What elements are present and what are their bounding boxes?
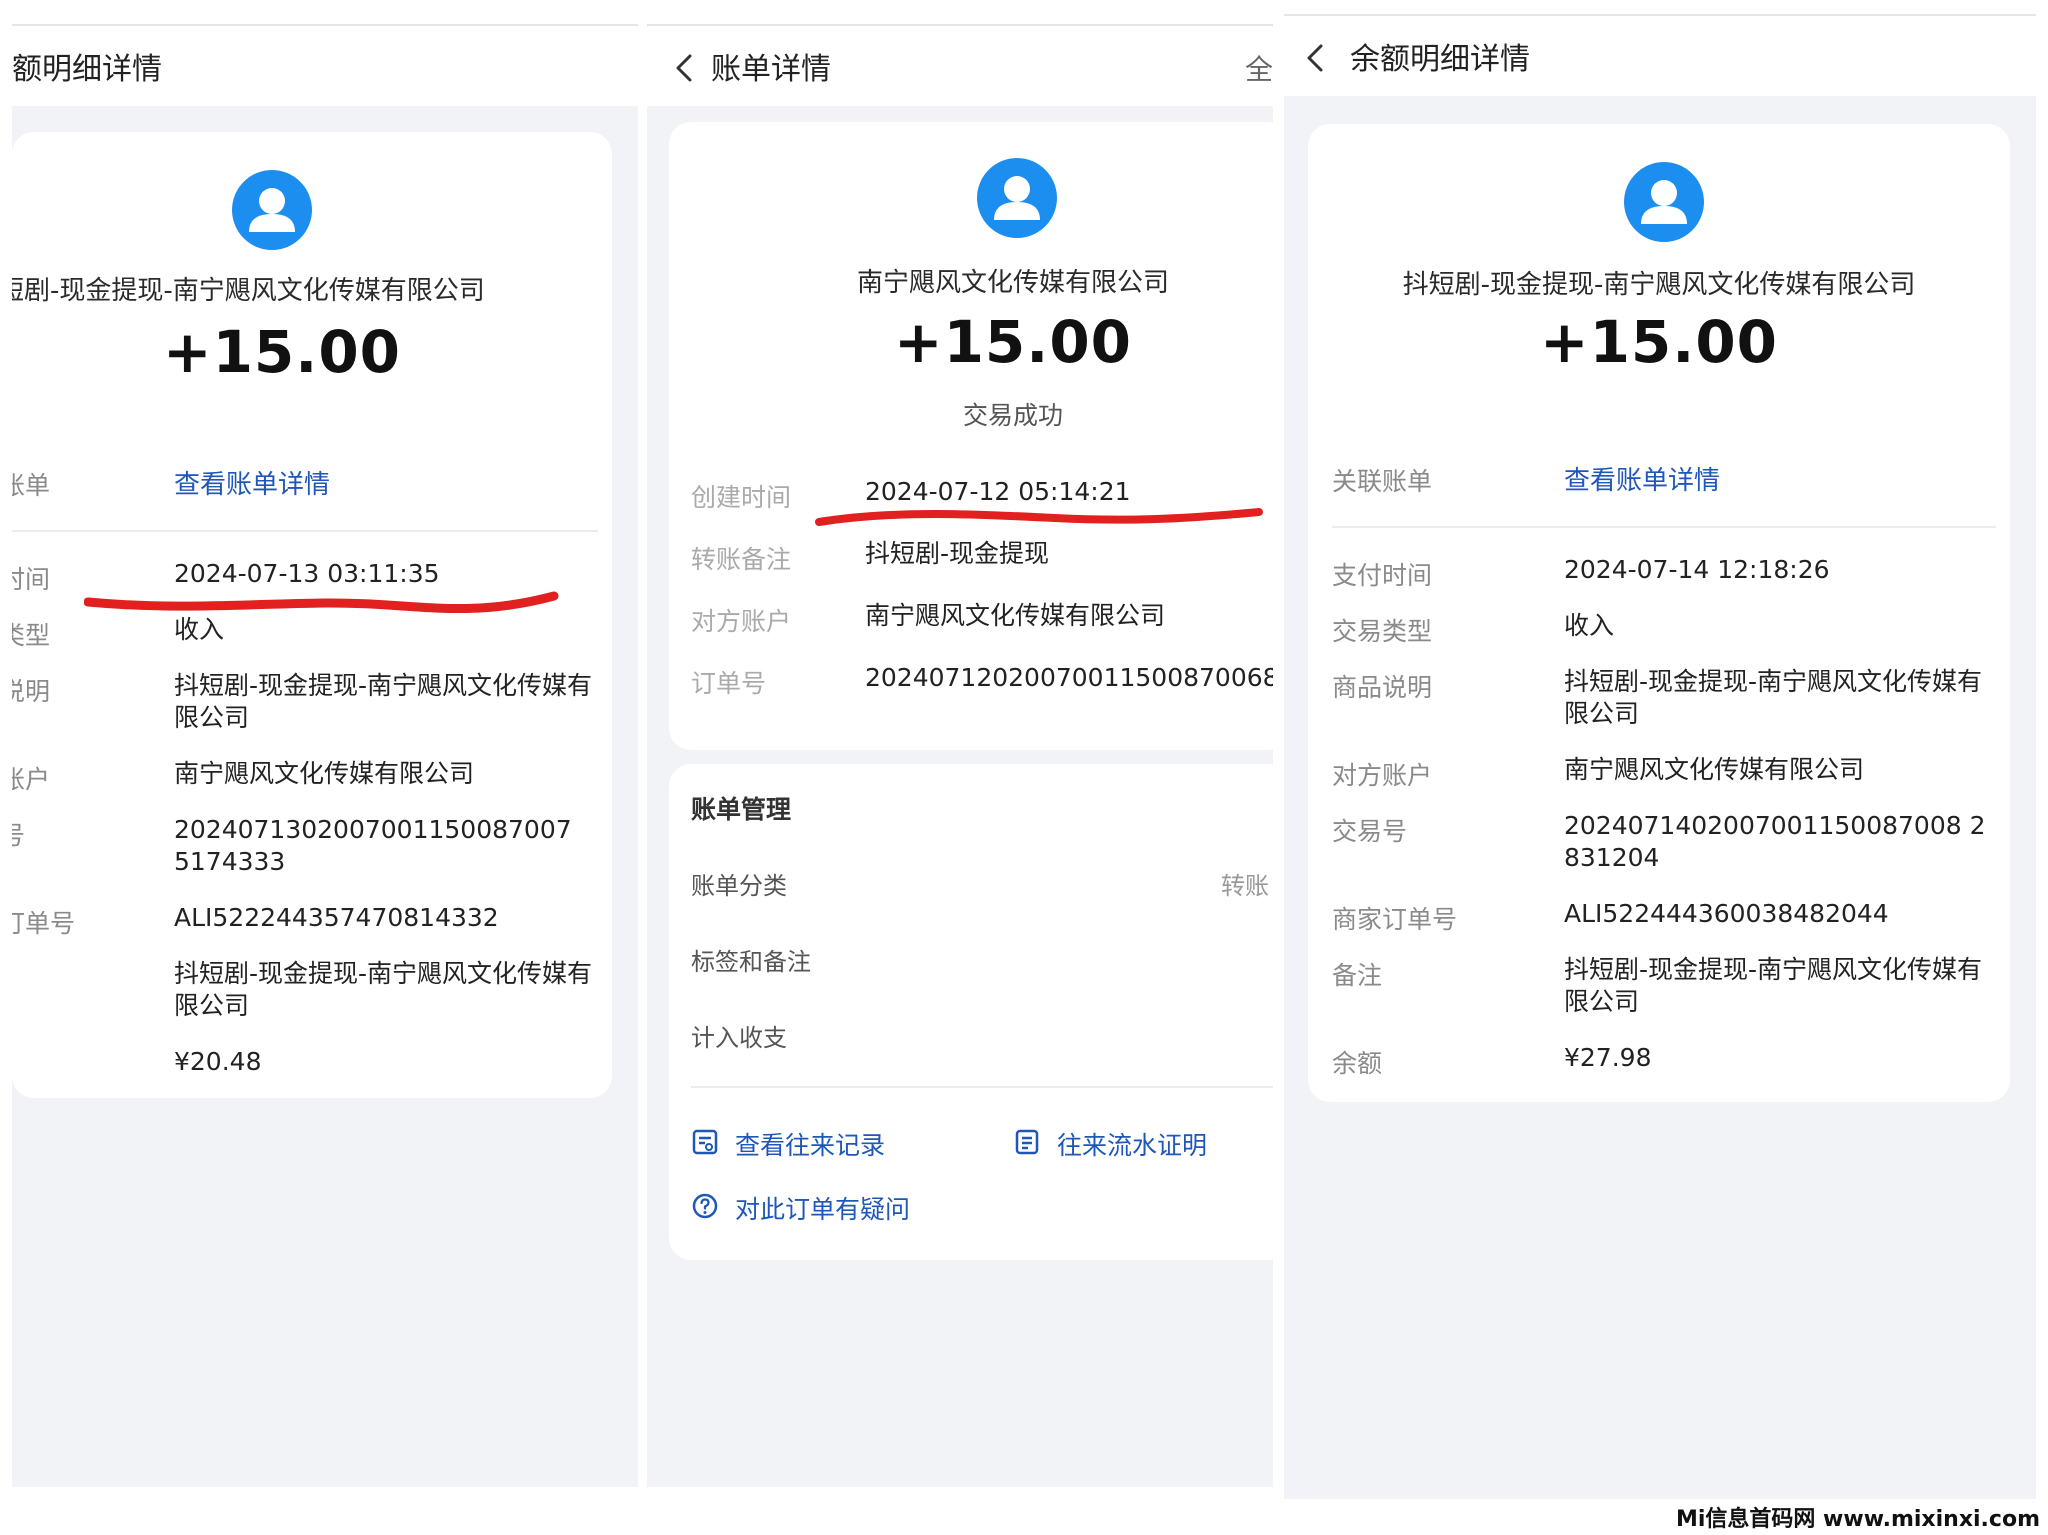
user-avatar-icon xyxy=(977,158,1057,238)
divider xyxy=(1332,526,1996,528)
note-value: 抖短剧-现金提现-南宁飓风文化传媒有限公司 xyxy=(1564,955,1983,1016)
linked-bill-label: 关联账单 xyxy=(1332,467,1433,496)
view-bill-details-link[interactable]: 查看账单详情 xyxy=(174,464,330,501)
amount: +15.00 xyxy=(1539,308,1779,376)
pay-time-value: 2024-07-14 12:18:26 xyxy=(1564,555,1830,584)
balance-value: ¥20.48 xyxy=(174,1047,262,1076)
site-watermark: Mi信息首码网 www.mixinxi.com xyxy=(1675,1507,2040,1532)
question-icon xyxy=(692,1193,718,1219)
left-screenshot-panel: 额明细详情 抖短剧-现金提现-南宁飓风文化传媒有限公司 +15.00 账单 查看… xyxy=(12,0,638,1535)
bill-management-title: 账单管理 xyxy=(691,795,792,824)
view-history-records-link[interactable]: 查看往来记录 xyxy=(735,1126,885,1162)
bill-management-card: 账单管理 账单分类 转账 标签和备注 计入收支 查看往来记录 往来流水证明 对此… xyxy=(669,764,1273,1260)
header-right-action[interactable]: 全 xyxy=(1245,48,1273,88)
note-value: 抖短剧-现金提现-南宁飓风文化传媒有限公司 xyxy=(174,959,593,1020)
transfer-remark-value: 抖短剧-现金提现 xyxy=(865,539,1050,568)
divider xyxy=(12,530,598,532)
created-time-label: 创建时间 xyxy=(691,483,792,512)
merchant-order-label: 商家订单号 xyxy=(1332,905,1458,934)
goods-desc-label: 商品说明 xyxy=(1332,673,1433,702)
view-bill-details-link[interactable]: 查看账单详情 xyxy=(1564,460,1720,497)
pay-time-value: 2024-07-13 03:11:35 xyxy=(174,559,440,588)
back-arrow-icon[interactable] xyxy=(669,52,701,84)
middle-page-title: 账单详情 xyxy=(711,52,831,87)
pay-time-label: 支付时间 xyxy=(1332,561,1433,590)
counterparty-value: 南宁飓风文化传媒有限公司 xyxy=(174,759,475,788)
trade-type-label: 类型 xyxy=(12,621,51,650)
payee-name: 南宁飓风文化传媒有限公司 xyxy=(856,268,1169,298)
counterparty-label: 对方账户 xyxy=(1332,761,1433,790)
right-page-title: 余额明细详情 xyxy=(1350,42,1530,77)
counterparty-value: 南宁飓风文化传媒有限公司 xyxy=(1564,755,1865,784)
transaction-proof-link[interactable]: 往来流水证明 xyxy=(1057,1126,1207,1162)
red-underline-mark xyxy=(84,591,559,613)
transaction-status: 交易成功 xyxy=(962,401,1063,430)
merchant-order-value: ALI522244357470814332 xyxy=(174,903,499,932)
trade-type-value: 收入 xyxy=(1564,611,1615,640)
counterparty-label: 对方账户 xyxy=(691,607,792,636)
goods-desc-label: 说明 xyxy=(12,677,51,706)
amount: +15.00 xyxy=(893,308,1133,376)
trade-no-value: 2024071302007001150087007 5174333 xyxy=(174,815,572,876)
middle-screenshot-panel: 账单详情 全 南宁飓风文化传媒有限公司 +15.00 交易成功 创建时间 202… xyxy=(647,0,1273,1535)
goods-desc-value: 抖短剧-现金提现-南宁飓风文化传媒有限公司 xyxy=(174,671,593,732)
linked-bill-label: 账单 xyxy=(12,471,51,500)
balance-label: 余额 xyxy=(1332,1049,1383,1078)
payee-name: 抖短剧-现金提现-南宁飓风文化传媒有限公司 xyxy=(12,276,485,306)
counterparty-value: 南宁飓风文化传媒有限公司 xyxy=(865,601,1166,630)
balance-value: ¥27.98 xyxy=(1564,1043,1652,1072)
transfer-remark-label: 转账备注 xyxy=(691,545,792,574)
user-avatar-icon xyxy=(232,170,312,250)
back-arrow-icon[interactable] xyxy=(1300,42,1332,74)
bill-category-value: 转账 xyxy=(1221,872,1269,900)
left-page-title: 额明细详情 xyxy=(12,52,162,87)
count-income-item[interactable]: 计入收支 xyxy=(691,1018,787,1053)
trade-type-value: 收入 xyxy=(174,615,225,644)
right-topbar: 余额明细详情 xyxy=(1284,14,2036,96)
created-time-value: 2024-07-12 05:14:21 xyxy=(865,477,1131,506)
left-detail-card: 抖短剧-现金提现-南宁飓风文化传媒有限公司 +15.00 账单 查看账单详情 时… xyxy=(12,132,612,1098)
goods-desc-value: 抖短剧-现金提现-南宁飓风文化传媒有限公司 xyxy=(1564,667,1983,728)
right-screenshot-panel: 余额明细详情 抖短剧-现金提现-南宁飓风文化传媒有限公司 +15.00 关联账单… xyxy=(1284,0,2036,1535)
order-no-label: 订单号 xyxy=(691,669,767,698)
order-no-value: 20240712020070011500870068 50 xyxy=(865,663,1273,692)
order-question-link[interactable]: 对此订单有疑问 xyxy=(735,1190,910,1226)
user-avatar-icon xyxy=(1624,162,1704,242)
records-icon xyxy=(692,1129,718,1155)
statement-icon xyxy=(1015,1129,1039,1155)
tags-notes-item[interactable]: 标签和备注 xyxy=(691,942,811,977)
trade-no-label: 交易号 xyxy=(1332,817,1408,846)
trade-type-label: 交易类型 xyxy=(1332,617,1433,646)
merchant-order-label: 订单号 xyxy=(12,909,76,938)
payee-name: 抖短剧-现金提现-南宁飓风文化传媒有限公司 xyxy=(1402,270,1916,300)
bill-category-item[interactable]: 账单分类 xyxy=(691,866,787,901)
right-detail-card: 抖短剧-现金提现-南宁飓风文化传媒有限公司 +15.00 关联账单 查看账单详情… xyxy=(1308,124,2010,1102)
amount: +15.00 xyxy=(162,318,402,386)
left-topbar: 额明细详情 xyxy=(12,24,638,106)
middle-topbar: 账单详情 全 xyxy=(647,24,1273,106)
note-label: 备注 xyxy=(1332,961,1383,990)
middle-detail-card: 南宁飓风文化传媒有限公司 +15.00 交易成功 创建时间 2024-07-12… xyxy=(669,122,1273,750)
trade-no-value: 2024071402007001150087008 2831204 xyxy=(1564,811,1986,872)
counterparty-label: 账户 xyxy=(12,765,51,794)
pay-time-label: 时间 xyxy=(12,565,51,594)
merchant-order-value: ALI522444360038482044 xyxy=(1564,899,1889,928)
divider xyxy=(691,1086,1273,1088)
trade-no-label: 号 xyxy=(12,821,26,850)
